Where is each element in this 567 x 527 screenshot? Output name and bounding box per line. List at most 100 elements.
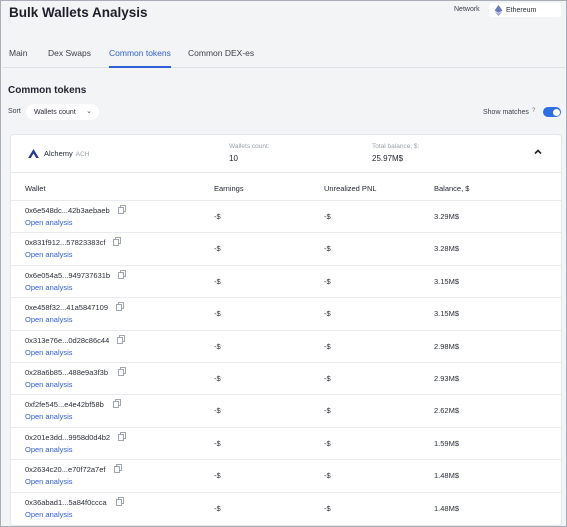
top-bar: Bulk Wallets Analysis Network Ethereum (2, 2, 565, 32)
wallet-address: 0x201e3dd...9958d0d4b2 (25, 432, 111, 442)
wallet-address: 0x313e76e...0d28c86c44 (25, 335, 110, 345)
unrealized-pnl-cell: -$ (324, 309, 331, 319)
tab-common-dexes[interactable]: Common DEX-es (188, 48, 254, 68)
sort-select[interactable]: Wallets count ⌄ (26, 104, 99, 120)
unrealized-pnl-cell: -$ (324, 374, 331, 383)
tab-dex-swaps[interactable]: Dex Swaps (48, 48, 91, 68)
copy-icon[interactable] (118, 431, 126, 441)
tab-common-tokens[interactable]: Common tokens (109, 48, 171, 68)
earnings-cell: -$ (214, 276, 221, 286)
token-card: Alchemy ACH Wallets count: 10 Total balan… (10, 134, 562, 526)
copy-icon[interactable] (116, 496, 124, 506)
balance-cell: 1.48M$ (434, 471, 460, 481)
table-row: 0x831f912...57823383cf Open analysis -$ -$ 3… (11, 232, 561, 264)
earnings-cell: -$ (214, 374, 221, 383)
open-analysis-link[interactable]: Open analysis (25, 315, 73, 324)
unrealized-pnl-cell: -$ (324, 212, 331, 221)
tab-main[interactable]: Main (9, 48, 27, 68)
chevron-down-icon: ⌄ (86, 108, 92, 115)
open-analysis-link[interactable]: Open analysis (25, 380, 73, 389)
earnings-cell: -$ (214, 406, 221, 416)
balance-cell: 3.28M$ (434, 244, 460, 254)
copy-icon[interactable] (117, 334, 125, 344)
open-analysis-link[interactable]: Open analysis (25, 510, 73, 519)
table-row: 0x36abad1...5a84f0ccca Open analysis -$ -$ 1… (11, 491, 561, 524)
earnings-cell: -$ (214, 503, 221, 513)
unrealized-pnl-cell: -$ (324, 471, 331, 481)
wallet-address: 0x831f912...57823383cf (25, 238, 106, 248)
wallet-address: 0x28a6b85...488e9a3f3b (25, 368, 108, 377)
wallets-count-value: 10 (229, 154, 238, 163)
open-analysis-link[interactable]: Open analysis (25, 250, 73, 259)
earnings-cell: -$ (214, 212, 221, 221)
ethereum-icon (494, 4, 503, 16)
balance-cell: 2.62M$ (434, 406, 460, 416)
tab-bar: Main Dex Swaps Common tokens Common DEX-… (2, 41, 565, 68)
open-analysis-link[interactable]: Open analysis (25, 283, 73, 292)
sort-value: Wallets count (34, 108, 76, 116)
wallet-address: 0xf2fe545...e4e42bf58b (25, 400, 104, 410)
token-symbol: ACH (75, 151, 90, 158)
balance-cell: 2.93M$ (434, 374, 460, 383)
column-header-unrealized-pnl: Unrealized PNL (324, 184, 377, 193)
table-row: 0x6e054a5...949737631b Open analysis -$ -$ 3… (11, 264, 561, 297)
table-row: 0x6e548dc...42b3aebaeb Open analysis -$ -$ 3… (11, 200, 561, 232)
unrealized-pnl-cell: -$ (324, 406, 331, 416)
copy-icon[interactable] (114, 464, 122, 474)
show-matches-toggle[interactable] (543, 107, 561, 117)
app-window: Bulk Wallets Analysis Network Ethereum M… (0, 0, 567, 527)
earnings-cell: -$ (214, 309, 221, 319)
table-row: 0x313e76e...0d28c86c44 Open analysis -$ -$ 2… (11, 329, 561, 362)
network-select[interactable]: Ethereum (489, 3, 561, 17)
total-balance-value: 25.97M$ (372, 154, 404, 163)
column-header-wallet: Wallet (25, 184, 46, 193)
sort-label: Sort (8, 108, 21, 115)
open-analysis-link[interactable]: Open analysis (25, 348, 73, 357)
unrealized-pnl-cell: -$ (324, 438, 331, 448)
section-title: Common tokens (8, 85, 87, 96)
column-header-earnings: Earnings (214, 184, 244, 193)
earnings-cell: -$ (214, 244, 221, 254)
earnings-cell: -$ (214, 341, 221, 351)
copy-icon[interactable] (113, 399, 121, 409)
balance-cell: 1.59M$ (434, 438, 460, 448)
earnings-cell: -$ (214, 471, 221, 481)
wallets-count-label: Wallets count: (229, 143, 270, 150)
earnings-cell: -$ (214, 438, 221, 448)
page-title: Bulk Wallets Analysis (9, 5, 148, 20)
info-icon: ? (532, 108, 536, 114)
copy-icon[interactable] (118, 367, 126, 376)
table-row: 0x28a6b85...488e9a3f3b Open analysis -$ -$ 2… (11, 362, 561, 394)
balance-cell: 2.98M$ (434, 341, 460, 351)
wallet-address: 0x36abad1...5a84f0ccca (25, 497, 107, 507)
network-value: Ethereum (506, 6, 537, 14)
copy-icon[interactable] (118, 269, 126, 279)
toggle-knob (552, 108, 560, 116)
unrealized-pnl-cell: -$ (324, 341, 331, 351)
copy-icon[interactable] (118, 205, 126, 214)
total-balance-label: Total balance, $: (372, 143, 420, 150)
chevron-up-icon[interactable] (533, 147, 543, 157)
table-row: 0x2634c20...e70f72a7ef Open analysis -$ -$ 1… (11, 459, 561, 491)
wallet-address: 0x2634c20...e70f72a7ef (25, 465, 106, 475)
unrealized-pnl-cell: -$ (324, 276, 331, 286)
balance-cell: 1.48M$ (434, 503, 460, 513)
unrealized-pnl-cell: -$ (324, 244, 331, 254)
open-analysis-link[interactable]: Open analysis (25, 218, 73, 227)
token-name-line: Alchemy ACH (44, 149, 90, 158)
wallet-address: 0x6e054a5...949737631b (25, 270, 111, 280)
balance-cell: 3.29M$ (434, 212, 460, 221)
copy-icon[interactable] (116, 302, 124, 312)
wallet-address: 0x6e548dc...42b3aebaeb (25, 206, 110, 215)
network-label: Network (454, 6, 480, 13)
alchemy-logo-icon (28, 149, 39, 158)
token-name: Alchemy (44, 149, 73, 158)
copy-icon[interactable] (113, 237, 121, 247)
open-analysis-link[interactable]: Open analysis (25, 477, 73, 486)
balance-cell: 3.15M$ (434, 309, 460, 319)
token-card-header[interactable]: Alchemy ACH Wallets count: 10 Total balan… (11, 135, 561, 173)
open-analysis-link[interactable]: Open analysis (25, 412, 73, 421)
table-row: 0x201e3dd...9958d0d4b2 Open analysis -$ -$ 1… (11, 426, 561, 459)
column-header-balance: Balance, $ (434, 184, 470, 193)
open-analysis-link[interactable]: Open analysis (25, 445, 73, 454)
